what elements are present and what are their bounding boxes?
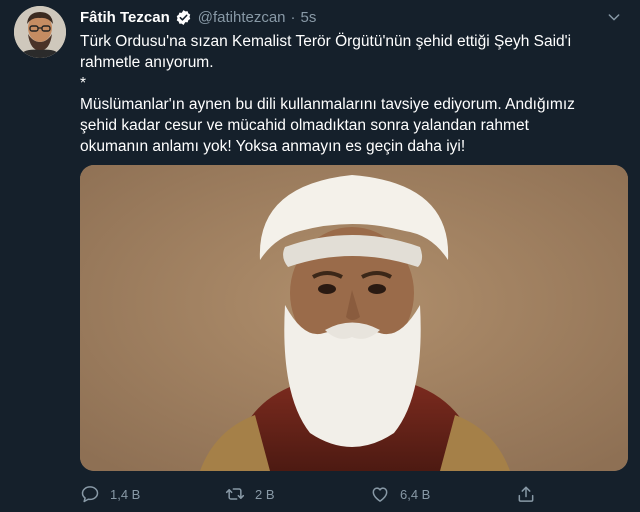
separator-dot: · xyxy=(290,8,296,26)
author-handle[interactable]: @fatihtezcan xyxy=(198,9,286,26)
reply-icon xyxy=(80,484,100,504)
share-icon xyxy=(516,484,536,504)
tweet-text-line: Türk Ordusu'na sızan Kemalist Terör Örgü… xyxy=(80,33,572,50)
tweet-timestamp[interactable]: 5s xyxy=(301,9,317,26)
tweet-media-image[interactable] xyxy=(80,165,628,471)
tweet-text-line: rahmetle anıyorum. xyxy=(80,54,214,71)
tweet-text-line: okumanın anlamı yok! Yoksa anmayın es ge… xyxy=(80,138,466,155)
like-button[interactable]: 6,4 B xyxy=(370,484,430,504)
retweet-button[interactable]: 2 B xyxy=(225,484,275,504)
reply-count: 1,4 B xyxy=(110,486,141,502)
tweet-actions: 1,4 B 2 B 6,4 B xyxy=(80,482,550,506)
tweet[interactable]: Fâtih Tezcan @fatihtezcan · 5s Türk Ordu… xyxy=(0,0,640,512)
chevron-down-icon[interactable] xyxy=(606,9,624,25)
author-name[interactable]: Fâtih Tezcan xyxy=(80,9,170,26)
reply-button[interactable]: 1,4 B xyxy=(80,484,140,504)
tweet-text: Türk Ordusu'na sızan Kemalist Terör Örgü… xyxy=(80,31,628,157)
share-button[interactable] xyxy=(516,484,536,504)
verified-badge-icon xyxy=(175,9,192,26)
tweet-text-line: şehid kadar cesur ve mücahid olmadıktan … xyxy=(80,117,529,134)
tweet-header: Fâtih Tezcan @fatihtezcan · 5s xyxy=(80,6,624,28)
tweet-text-line: Müslümanlar'ın aynen bu dili kullanmalar… xyxy=(80,96,575,113)
tweet-text-line: * xyxy=(80,75,87,92)
heart-icon xyxy=(370,484,390,504)
avatar[interactable] xyxy=(14,6,66,58)
retweet-count: 2 B xyxy=(255,486,275,502)
like-count: 6,4 B xyxy=(400,486,431,502)
retweet-icon xyxy=(225,484,245,504)
